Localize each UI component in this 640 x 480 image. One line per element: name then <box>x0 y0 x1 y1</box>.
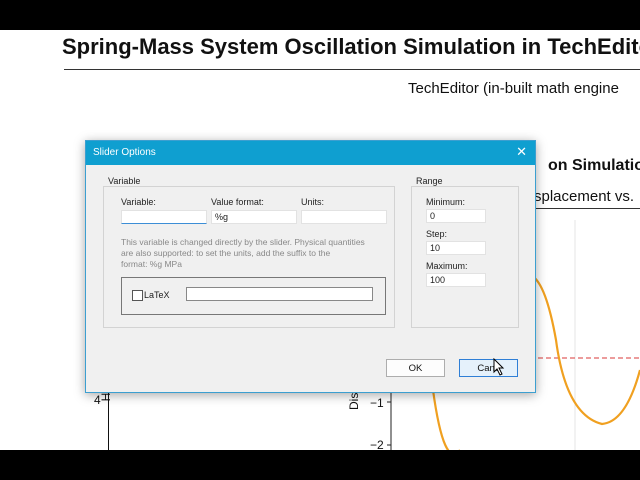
right-plot-tick-label: −1 <box>370 396 384 410</box>
help-line: format: %g MPa <box>121 259 182 269</box>
screen-top-bar <box>0 0 640 30</box>
mouse-cursor-icon <box>493 358 505 376</box>
units-input[interactable] <box>301 210 387 224</box>
left-plot-tick-label: 4 <box>94 393 101 407</box>
right-plot-ylabel: Dis <box>347 393 361 410</box>
latex-checkbox[interactable] <box>132 290 143 301</box>
maximum-label: Maximum: <box>426 261 468 271</box>
step-input[interactable] <box>426 241 486 255</box>
document-subtitle: TechEditor (in-built math engine <box>408 80 619 97</box>
latex-label: LaTeX <box>144 290 170 300</box>
help-line: are also supported: to set the units, ad… <box>121 248 331 258</box>
dialog-title: Slider Options <box>93 147 156 158</box>
variable-input[interactable] <box>121 210 207 224</box>
title-rule <box>64 69 640 70</box>
variable-group-label: Variable <box>108 176 141 186</box>
close-icon[interactable]: ✕ <box>516 144 527 160</box>
displacement-curve <box>531 275 640 426</box>
cancel-button[interactable]: Canc <box>459 359 518 377</box>
displacement-curve-lower <box>431 389 460 450</box>
variable-help-text: This variable is changed directly by the… <box>121 237 386 270</box>
document-title: Spring-Mass System Oscillation Simulatio… <box>62 34 640 59</box>
units-label: Units: <box>301 197 325 207</box>
dialog-titlebar[interactable]: Slider Options ✕ <box>86 141 535 165</box>
right-plot-title: on Simulatio <box>548 157 640 174</box>
slider-options-dialog: Slider Options ✕ Variable Variable: Valu… <box>85 140 536 393</box>
right-plot-subtitle: splacement vs. <box>534 188 635 205</box>
variable-label: Variable: <box>121 197 156 207</box>
range-group-label: Range <box>416 176 443 186</box>
value-format-input[interactable] <box>211 210 297 224</box>
latex-input[interactable] <box>186 287 373 301</box>
range-group <box>411 186 519 328</box>
maximum-input[interactable] <box>426 273 486 287</box>
right-plot-subtitle-rule <box>534 208 640 209</box>
left-plot-y-axis <box>108 390 109 450</box>
step-label: Step: <box>426 229 448 239</box>
minimum-label: Minimum: <box>426 197 466 207</box>
right-plot-tick-label: −2 <box>370 438 384 450</box>
ok-button[interactable]: OK <box>386 359 445 377</box>
minimum-input[interactable] <box>426 209 486 223</box>
screen-bottom-bar <box>0 450 640 480</box>
help-line: This variable is changed directly by the… <box>121 237 365 247</box>
value-format-label: Value format: <box>211 197 264 207</box>
